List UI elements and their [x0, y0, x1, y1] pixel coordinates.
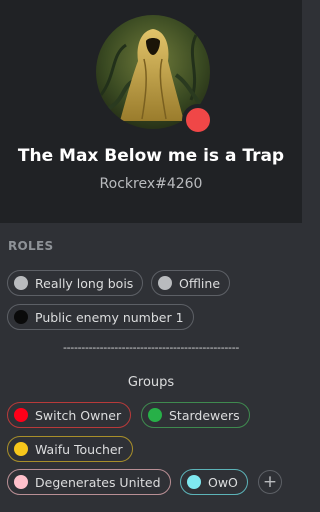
role-label: Really long bois	[35, 275, 134, 291]
divider-text: ----------------------------------------…	[62, 341, 240, 354]
add-role-button[interactable]: +	[258, 470, 282, 494]
role-pill[interactable]: Public enemy number 1	[7, 304, 194, 330]
role-pill[interactable]: Really long bois	[7, 270, 144, 296]
role-label: Stardewers	[169, 407, 240, 423]
role-label: Offline	[179, 275, 221, 291]
role-color-dot[interactable]	[148, 408, 162, 422]
role-color-dot[interactable]	[14, 442, 28, 456]
role-color-dot[interactable]	[14, 475, 28, 489]
role-label: OwO	[208, 474, 238, 490]
plus-icon: +	[262, 471, 278, 492]
role-label: Switch Owner	[35, 407, 122, 423]
role-pill[interactable]: Degenerates United	[7, 469, 171, 495]
role-color-dot[interactable]	[187, 475, 201, 489]
status-indicator-icon	[182, 104, 214, 136]
role-color-dot[interactable]	[14, 310, 28, 324]
role-pill[interactable]: OwO	[180, 469, 248, 495]
role-label: Waifu Toucher	[35, 441, 123, 457]
role-color-dot[interactable]	[14, 276, 28, 290]
role-label: Degenerates United	[35, 474, 161, 490]
roles-section-label: ROLES	[8, 239, 54, 253]
role-pill[interactable]: Offline	[151, 270, 231, 296]
role-pill[interactable]: Waifu Toucher	[7, 436, 133, 462]
role-pill[interactable]: Stardewers	[141, 402, 250, 428]
role-color-dot[interactable]	[158, 276, 172, 290]
display-name: The Max Below me is a Trap	[17, 146, 285, 166]
profile-header: The Max Below me is a Trap Rockrex#4260	[0, 0, 302, 223]
role-pill[interactable]: Switch Owner	[7, 402, 132, 428]
role-label: Public enemy number 1	[35, 309, 184, 325]
user-tag: Rockrex#4260	[99, 176, 203, 192]
role-color-dot[interactable]	[14, 408, 28, 422]
groups-label: Groups	[127, 375, 175, 390]
